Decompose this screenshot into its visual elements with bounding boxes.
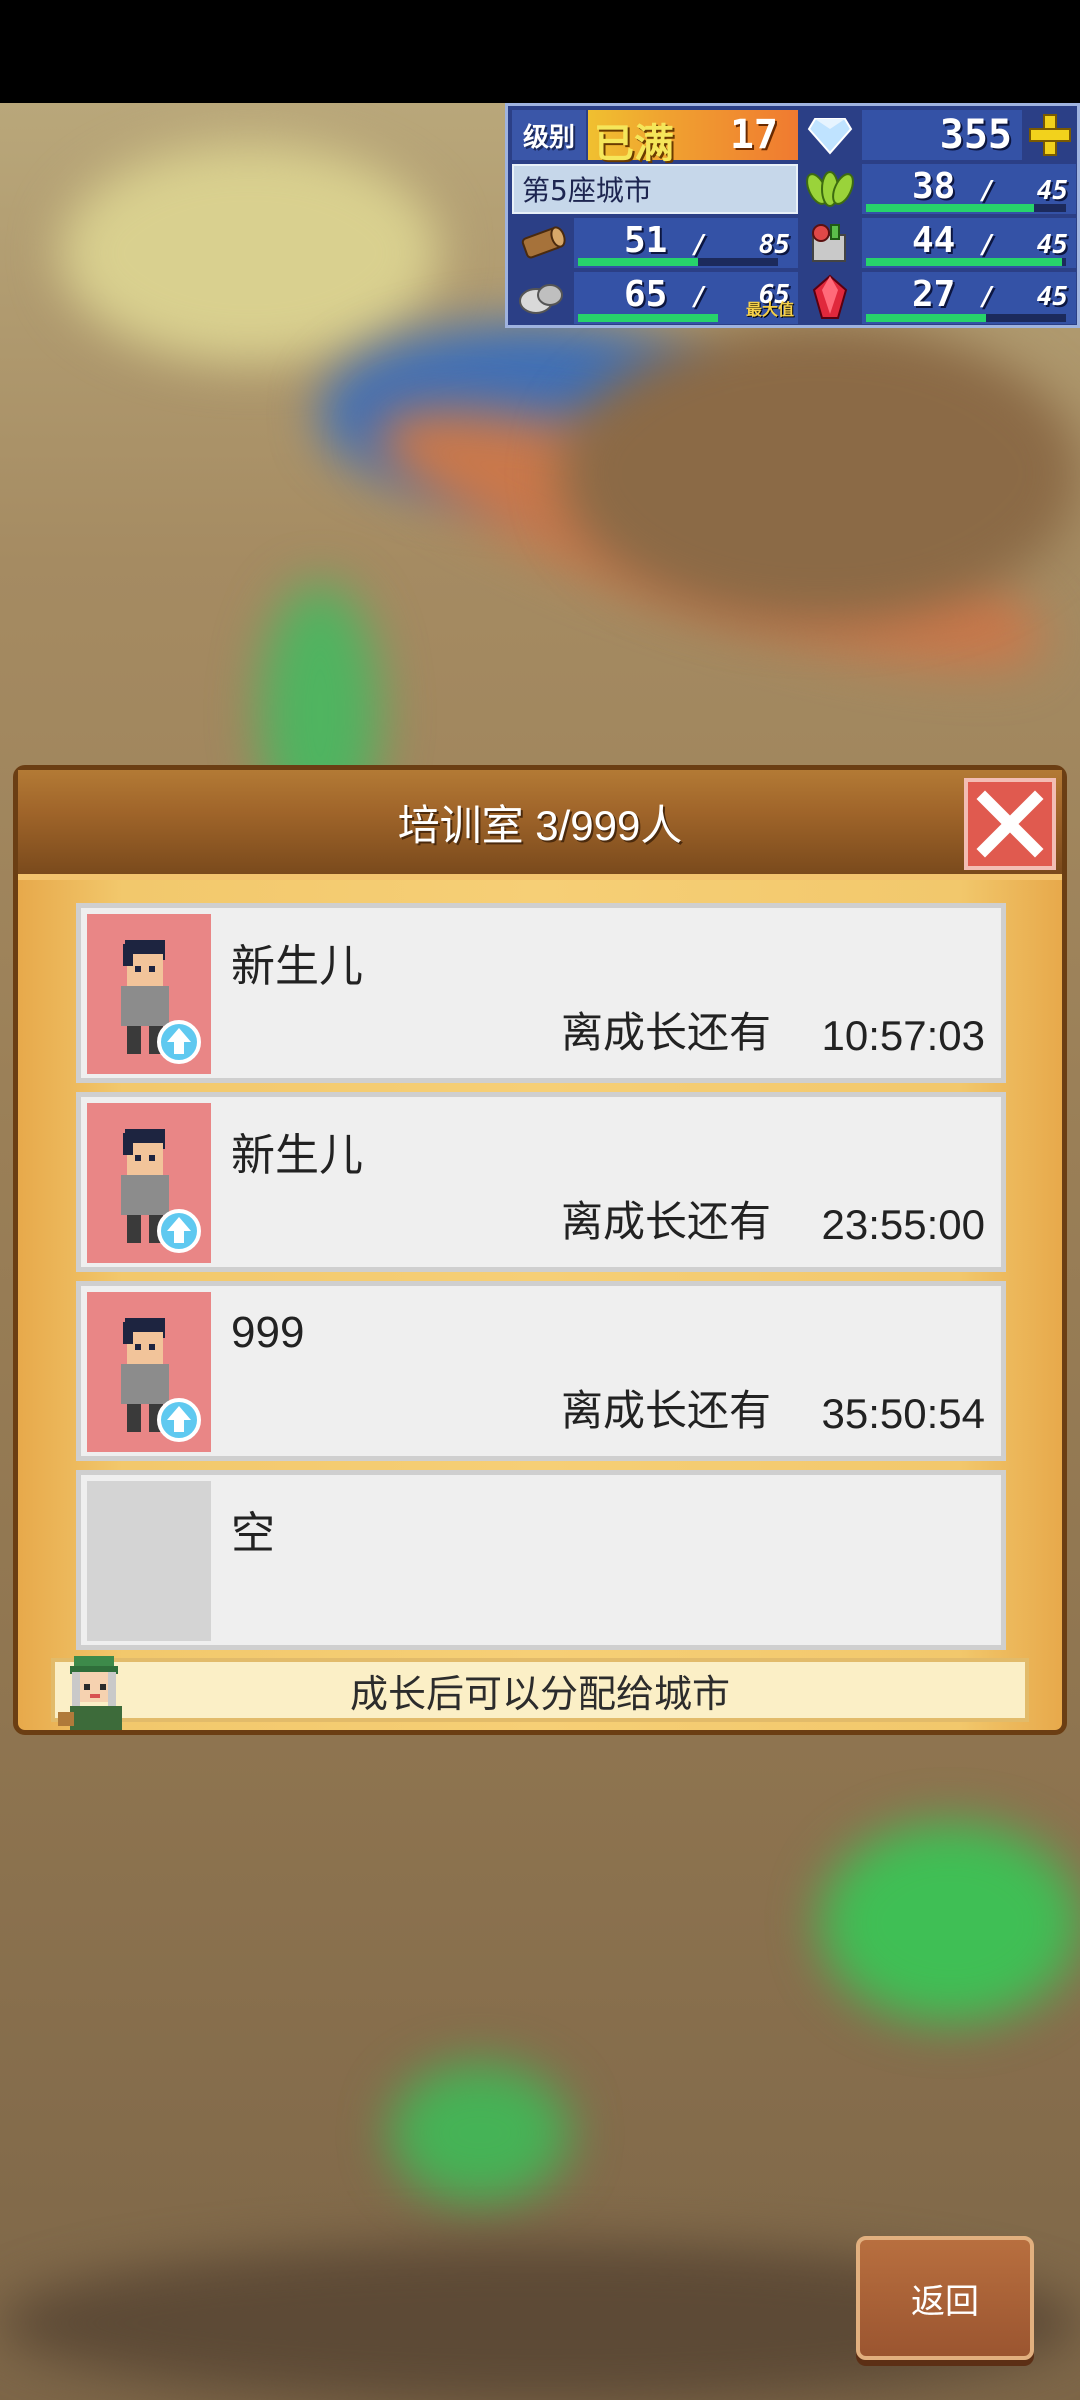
red-crystal-icon <box>800 272 860 322</box>
crop-current: 38 <box>912 166 956 207</box>
growth-label: 离成长还有 <box>560 1387 771 1434</box>
wood-bar-fill <box>578 258 698 266</box>
growth-label: 离成长还有 <box>560 1198 771 1245</box>
child-character-icon <box>121 940 201 1064</box>
food-supplies-icon <box>800 218 860 268</box>
assistant-character-icon <box>58 1656 122 1730</box>
child-avatar <box>87 914 211 1074</box>
city-name: 第5座城市 <box>522 174 652 207</box>
trainee-name: 999 <box>231 1308 305 1357</box>
stone-ore-icon <box>512 272 572 322</box>
stone-bar <box>578 314 718 322</box>
list-item-empty[interactable]: 空 <box>76 1470 1006 1650</box>
wood-current: 51 <box>624 220 668 261</box>
crop-bar <box>866 204 1066 212</box>
food-current: 44 <box>912 220 956 261</box>
dialog-title: 培训室 3/999人 <box>397 801 683 849</box>
close-icon <box>976 790 1044 858</box>
food-max: 45 <box>1036 230 1068 260</box>
close-button[interactable] <box>964 778 1056 870</box>
diamond-count-cell: 355 <box>862 110 1022 160</box>
level-label-cell: 级别 <box>512 110 586 160</box>
wood-log-icon <box>512 218 572 268</box>
diamond-icon <box>800 110 860 160</box>
stone-max-note: 最大值 <box>745 300 794 319</box>
food-bar <box>866 258 1066 266</box>
crystal-separator: / <box>980 282 996 312</box>
growth-label: 离成长还有 <box>560 1009 771 1056</box>
training-room-dialog: 培训室 3/999人 新生儿 离成长还有 10:57:03 新生儿 离成长还有 … <box>13 765 1067 1735</box>
food-separator: / <box>980 230 996 260</box>
stone-current: 65 <box>624 274 668 315</box>
crystal-current: 27 <box>912 274 956 315</box>
child-character-icon <box>121 1318 201 1442</box>
plus-icon <box>1029 114 1071 156</box>
crystal-bar-fill <box>866 314 986 322</box>
level-label: 级别 <box>522 122 575 153</box>
level-badge-cell: 已满 17 <box>588 110 798 167</box>
wood-bar <box>578 258 778 266</box>
child-avatar <box>87 1292 211 1452</box>
resource-stone-cell: 65 / 65 最大值 <box>574 272 798 324</box>
stone-bar-fill <box>578 314 718 322</box>
add-diamonds-button[interactable] <box>1024 110 1076 160</box>
crystal-max: 45 <box>1036 282 1068 312</box>
back-button[interactable]: 返回 <box>856 2236 1034 2360</box>
crop-separator: / <box>980 176 996 206</box>
crop-bar-fill <box>866 204 1034 212</box>
hint-text: 成长后可以分配给城市 <box>349 1673 730 1716</box>
child-character-icon <box>121 1129 201 1253</box>
resource-crystal-cell: 27 / 45 <box>862 272 1076 324</box>
list-item[interactable]: 新生儿 离成长还有 10:57:03 <box>76 903 1006 1083</box>
trainee-name: 新生儿 <box>231 1131 363 1180</box>
resource-hud: 级别 已满 17 355 第5座城市 38 / 45 51 / 85 44 / <box>505 103 1080 328</box>
trainee-list: 新生儿 离成长还有 10:57:03 新生儿 离成长还有 23:55:00 99… <box>76 903 1006 1659</box>
level-max-badge: 已满 <box>594 121 674 167</box>
resource-crop-cell: 38 / 45 <box>862 164 1076 214</box>
list-item[interactable]: 新生儿 离成长还有 23:55:00 <box>76 1092 1006 1272</box>
wood-max: 85 <box>758 230 790 260</box>
wood-separator: / <box>692 230 708 260</box>
empty-slot <box>87 1481 211 1641</box>
stone-separator: / <box>692 282 708 312</box>
list-item[interactable]: 999 离成长还有 35:50:54 <box>76 1281 1006 1461</box>
trainee-name: 新生儿 <box>231 942 363 991</box>
level-value: 17 <box>729 112 778 158</box>
empty-slot-label: 空 <box>231 1509 275 1558</box>
growth-timer: 35:50:54 <box>821 1390 986 1437</box>
back-button-label: 返回 <box>911 2282 979 2321</box>
growth-timer: 10:57:03 <box>821 1012 986 1059</box>
crystal-bar <box>866 314 1066 322</box>
crop-max: 45 <box>1036 176 1068 206</box>
food-bar-fill <box>866 258 1062 266</box>
diamond-count: 355 <box>939 112 1012 158</box>
hint-bar: 成长后可以分配给城市 <box>51 1658 1029 1722</box>
crop-grain-icon <box>800 164 860 214</box>
resource-wood-cell: 51 / 85 <box>574 218 798 268</box>
dialog-header: 培训室 3/999人 <box>18 770 1062 880</box>
child-avatar <box>87 1103 211 1263</box>
city-name-cell: 第5座城市 <box>512 164 798 214</box>
growth-timer: 23:55:00 <box>821 1201 986 1248</box>
resource-food-cell: 44 / 45 <box>862 218 1076 268</box>
